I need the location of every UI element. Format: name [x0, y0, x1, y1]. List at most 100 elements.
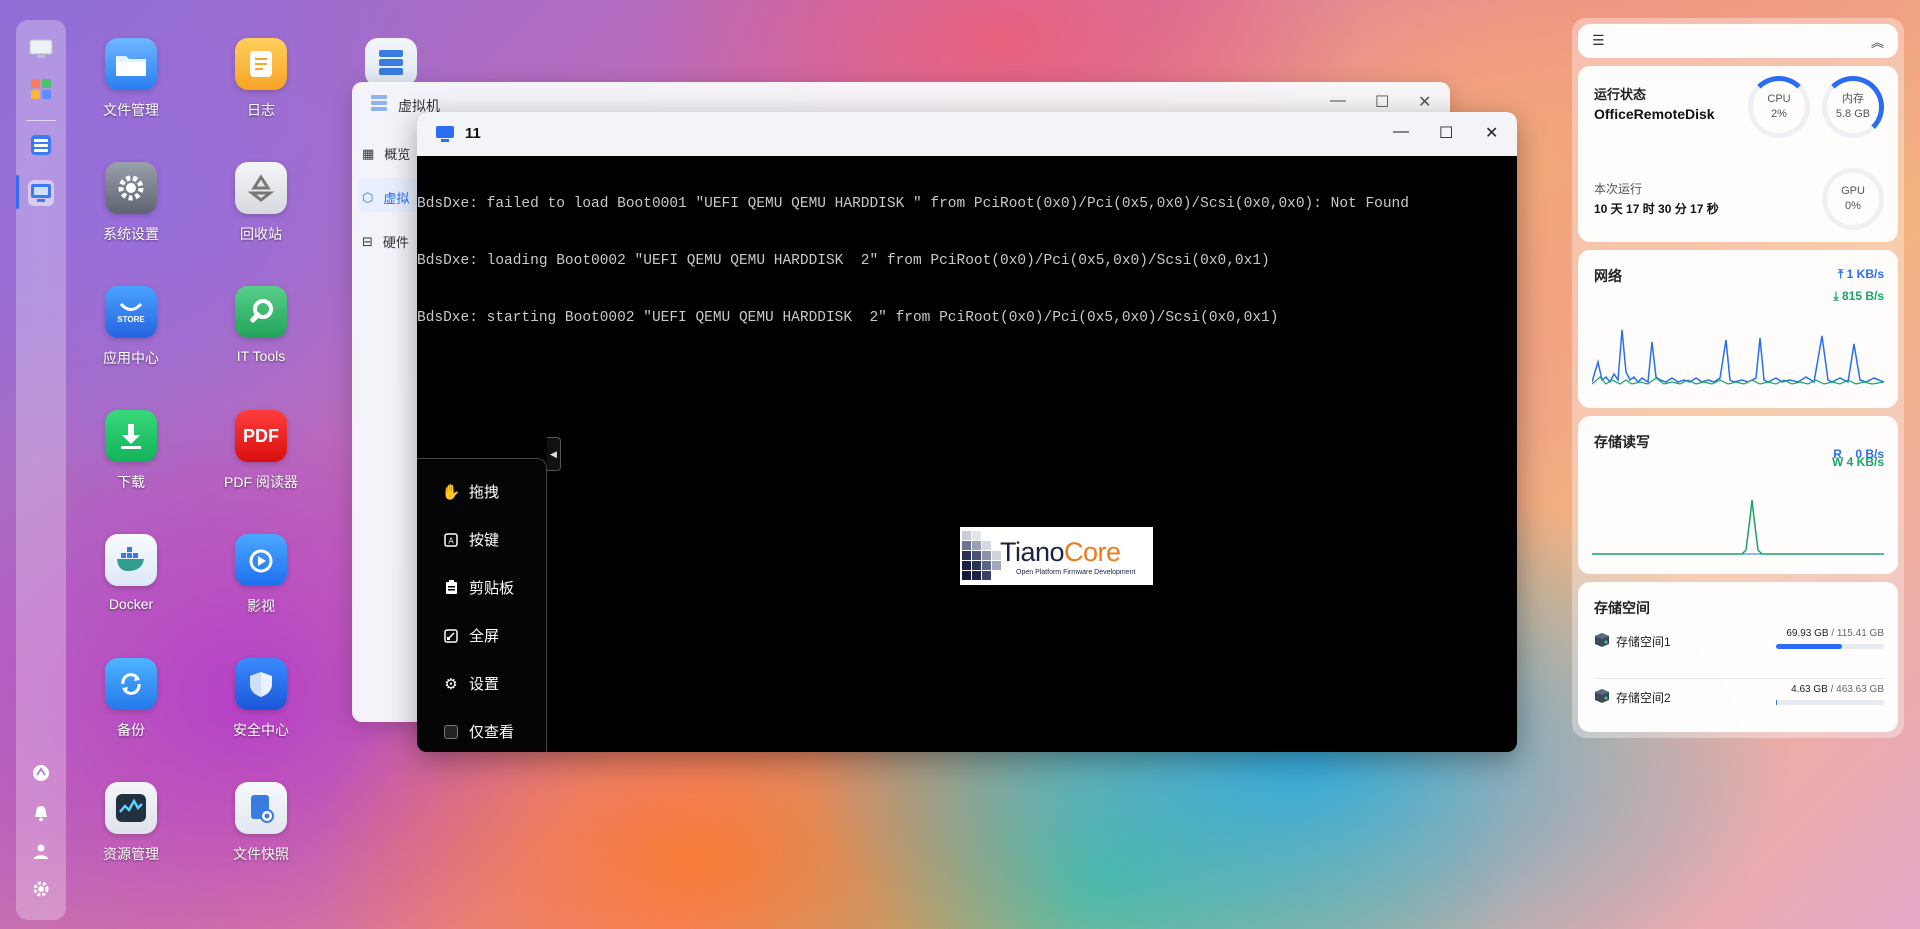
app-label: 系统设置	[103, 226, 159, 242]
app-label: 日志	[247, 102, 275, 118]
vm-console-window[interactable]: 11 — ☐ ✕ BdsDxe: failed to load Boot0001…	[417, 112, 1517, 752]
tool-clipboard[interactable]: 剪贴板	[443, 577, 514, 598]
gpu-value: 0%	[1845, 200, 1861, 212]
app-label: 资源管理	[103, 846, 159, 862]
desktop-app-download[interactable]: 下载	[76, 410, 186, 492]
maximize-icon[interactable]: ☐	[1375, 92, 1389, 112]
tool-label: 拖拽	[469, 484, 500, 501]
desktop-app-store[interactable]: STORE 应用中心	[76, 286, 186, 368]
uptime-label: 本次运行	[1594, 182, 1643, 196]
filter-list-icon[interactable]: ☰	[1592, 32, 1605, 49]
desktop-app-vm-icon[interactable]	[365, 38, 417, 86]
vm-nav-overview[interactable]: ▦ 概览	[362, 144, 410, 163]
minimize-icon[interactable]: —	[1330, 92, 1346, 110]
network-title: 网络	[1594, 268, 1622, 284]
minimize-icon[interactable]: —	[1393, 123, 1409, 141]
gear-icon	[105, 162, 157, 214]
desktop-app-ittools[interactable]: IT Tools	[206, 286, 316, 364]
tool-view-only[interactable]: 仅查看	[443, 721, 514, 742]
app-label: IT Tools	[236, 348, 286, 364]
server-icon	[371, 95, 387, 111]
desktop-app-file-snapshot[interactable]: 文件快照	[206, 782, 316, 864]
maximize-icon[interactable]: ☐	[1439, 123, 1453, 143]
storage-pool-row[interactable]: 存储空间2 4.63 GB / 463.63 GB	[1594, 684, 1884, 720]
memory-gauge: 内存 5.8 GB	[1822, 76, 1884, 138]
tool-fullscreen[interactable]: 全屏	[443, 625, 499, 646]
fullscreen-icon	[443, 628, 459, 644]
shield-icon	[235, 658, 287, 710]
download-rate: 815 B/s	[1841, 289, 1884, 303]
desktop-app-settings[interactable]: 系统设置	[76, 162, 186, 244]
pool-used: 69.93 GB	[1786, 628, 1829, 639]
console-toolbar: ✋ 拖拽 A 按键 剪贴板 全屏 ⚙ 设置 仅查看	[417, 458, 547, 752]
desktop-app-pdf[interactable]: PDF PDF 阅读器	[206, 410, 316, 492]
collapse-up-icon[interactable]: ︽	[1871, 32, 1884, 51]
pdf-badge-text: PDF	[243, 425, 279, 446]
boot-log: BdsDxe: failed to load Boot0001 "UEFI QE…	[417, 156, 1517, 366]
vm-console-icon[interactable]	[28, 180, 54, 206]
app-label: 备份	[117, 722, 145, 738]
vm-nav-hardware[interactable]: ⊟ 硬件	[362, 232, 409, 251]
storage-space-title: 存储空间	[1594, 600, 1650, 616]
network-card: 网络 ⤒ 1 KB/s ⤓ 815 B/s	[1578, 250, 1898, 408]
store-icon: STORE	[105, 286, 157, 338]
server-icon[interactable]	[28, 132, 54, 158]
write-rate: 4 KB/s	[1846, 455, 1884, 469]
tool-keys[interactable]: A 按键	[443, 529, 499, 550]
pool-name: 存储空间2	[1616, 691, 1671, 705]
host-name: OfficeRemoteDisk	[1594, 106, 1715, 122]
log-icon	[235, 38, 287, 90]
desktop-app-recycle[interactable]: 回收站	[206, 162, 316, 244]
cpu-gauge: CPU 2%	[1748, 76, 1810, 138]
widget-panel: ☰ ︽ 运行状态 OfficeRemoteDisk 本次运行 10 天 17 时…	[1572, 18, 1904, 738]
desktop-icon[interactable]	[28, 36, 54, 62]
app-grid-icon[interactable]	[28, 76, 54, 102]
monitor-icon	[436, 126, 454, 142]
console-title: 11	[465, 125, 481, 142]
desktop-app-video[interactable]: 影视	[206, 534, 316, 616]
toolbar-collapse-handle[interactable]: ◀	[547, 437, 561, 471]
vm-screen[interactable]: BdsDxe: failed to load Boot0001 "UEFI QE…	[417, 156, 1517, 752]
pool-usage-fill	[1776, 700, 1778, 705]
vm-nav-vm[interactable]: ⬡ 虚拟	[362, 188, 409, 207]
close-icon[interactable]: ✕	[1418, 92, 1431, 112]
tool-label: 设置	[469, 676, 500, 693]
storage-pool-row[interactable]: 存储空间1 69.93 GB / 115.41 GB	[1594, 628, 1884, 664]
storage-space-card: 存储空间 存储空间1 69.93 GB / 115.41 GB 存储空间2 4.…	[1578, 582, 1898, 732]
bell-icon[interactable]	[28, 800, 54, 826]
clipboard-icon	[443, 580, 459, 596]
memory-value: 5.8 GB	[1835, 108, 1871, 120]
pool-used: 4.63 GB	[1791, 684, 1828, 695]
memory-label: 内存	[1842, 93, 1864, 105]
status-card: 运行状态 OfficeRemoteDisk 本次运行 10 天 17 时 30 …	[1578, 66, 1898, 242]
close-icon[interactable]: ✕	[1485, 123, 1498, 143]
desktop-app-backup[interactable]: 备份	[76, 658, 186, 740]
storage-write: W 4 KB/s	[1832, 455, 1884, 469]
storage-io-title: 存储读写	[1594, 434, 1650, 450]
theme-icon[interactable]	[28, 760, 54, 786]
vm-nav-label: 概览	[384, 147, 411, 162]
console-titlebar[interactable]: 11 — ☐ ✕	[417, 112, 1517, 156]
pool-usage: 4.63 GB / 463.63 GB	[1791, 684, 1884, 695]
desktop-app-resource-monitor[interactable]: 资源管理	[76, 782, 186, 864]
desktop-app-files[interactable]: 文件管理	[76, 38, 186, 120]
grid-icon: ▦	[362, 145, 375, 161]
user-icon[interactable]	[28, 838, 54, 864]
backup-icon	[105, 658, 157, 710]
app-label: 回收站	[240, 226, 282, 242]
tool-drag[interactable]: ✋ 拖拽	[442, 481, 500, 502]
desktop-app-docker[interactable]: Docker	[76, 534, 186, 612]
desktop-app-security[interactable]: 安全中心	[206, 658, 316, 740]
app-label: 安全中心	[233, 722, 289, 738]
pool-total: / 115.41 GB	[1831, 628, 1884, 639]
tool-settings[interactable]: ⚙ 设置	[443, 673, 499, 694]
cpu-value: 2%	[1771, 108, 1787, 120]
app-label: 影视	[247, 598, 275, 614]
disk-icon	[1595, 633, 1609, 647]
tianocore-tagline: Open Platform Firmware Development	[1016, 569, 1136, 576]
monitor-icon	[105, 782, 157, 834]
video-icon	[235, 534, 287, 586]
storage-io-card: 存储读写 R 0 B/s W 4 KB/s	[1578, 416, 1898, 574]
settings-gear-icon[interactable]	[28, 876, 54, 902]
desktop-app-log[interactable]: 日志	[206, 38, 316, 120]
